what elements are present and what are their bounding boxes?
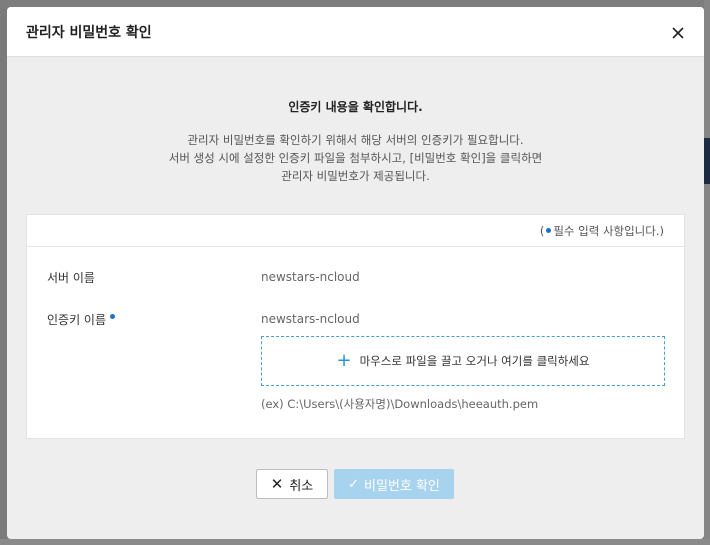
file-dropzone[interactable]: + 마우스로 파일을 끌고 오거나 여기를 클릭하세요 xyxy=(261,336,665,386)
background-app-bar xyxy=(704,138,710,184)
cancel-label: 취소 xyxy=(289,478,314,494)
required-note: ( 필수 입력 사항입니다.) xyxy=(540,223,664,239)
required-note-open: ( xyxy=(539,224,545,238)
form-card: ( 필수 입력 사항입니다.) 서버 이름 newstars-ncloud 인증키… xyxy=(26,214,685,439)
close-icon: ✕ xyxy=(270,475,284,493)
required-note-text: 필수 입력 사항입니다.) xyxy=(553,224,664,238)
close-icon xyxy=(672,27,684,39)
key-name-value: newstars-ncloud xyxy=(261,312,360,326)
key-name-label: 인증키 이름 xyxy=(47,313,107,327)
confirm-label: 비밀번호 확인 xyxy=(364,478,440,494)
background-app-edge xyxy=(704,0,710,545)
dialog-header: 관리자 비밀번호 확인 xyxy=(7,7,704,57)
intro-line: 서버 생성 시에 설정한 인증키 파일을 첨부하시고, [비밀번호 확인]을 클… xyxy=(168,151,543,165)
password-confirm-dialog: 관리자 비밀번호 확인 인증키 내용을 확인합니다. 관리자 비밀번호를 확인하… xyxy=(7,7,704,539)
intro-line: 관리자 비밀번호를 확인하기 위해서 해당 서버의 인증키가 필요합니다. xyxy=(187,133,524,147)
required-dot-icon xyxy=(110,314,116,319)
intro-line: 관리자 비밀번호가 제공됩니다. xyxy=(281,169,430,183)
dropzone-text: 마우스로 파일을 끌고 오거나 여기를 클릭하세요 xyxy=(359,354,590,368)
required-dot-icon xyxy=(546,227,552,233)
card-divider xyxy=(27,246,684,247)
key-name-label-wrap: 인증키 이름 xyxy=(47,311,116,328)
intro-heading: 인증키 내용을 확인합니다. xyxy=(288,100,423,114)
intro-description: 관리자 비밀번호를 확인하기 위해서 해당 서버의 인증키가 필요합니다. 서버… xyxy=(7,131,704,185)
confirm-password-button[interactable]: ✓ 비밀번호 확인 xyxy=(334,469,454,499)
dialog-title: 관리자 비밀번호 확인 xyxy=(26,25,152,41)
server-name-label: 서버 이름 xyxy=(47,271,95,285)
server-name-value: newstars-ncloud xyxy=(261,270,360,284)
path-example: (ex) C:\Users\(사용자명)\Downloads\heeauth.p… xyxy=(261,397,539,411)
background-app-bottom xyxy=(0,539,710,545)
cancel-button[interactable]: ✕ 취소 xyxy=(256,469,328,499)
close-button[interactable] xyxy=(669,24,687,42)
check-icon: ✓ xyxy=(348,476,359,492)
plus-icon: + xyxy=(336,350,352,371)
